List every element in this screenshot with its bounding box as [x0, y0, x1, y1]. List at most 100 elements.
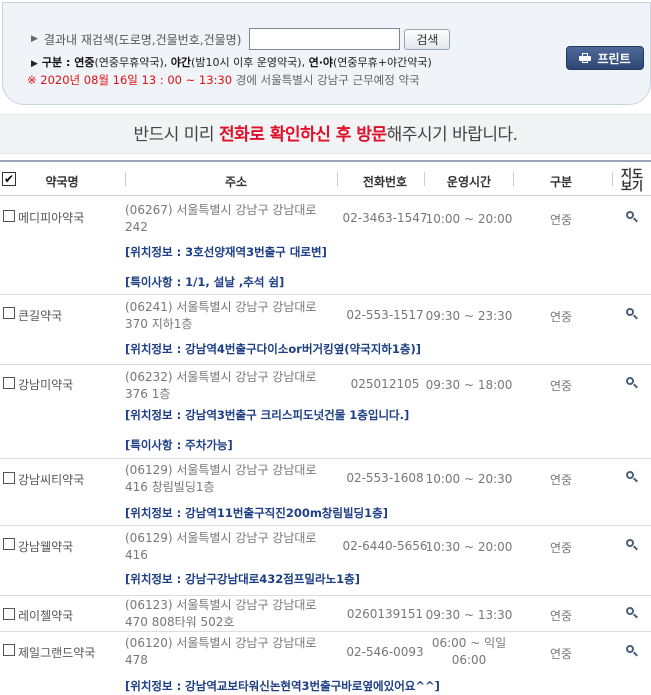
banner-text-after: 해주시기 바랍니다.	[386, 125, 518, 145]
map-search-icon[interactable]	[625, 470, 639, 484]
address-line1: (06129) 서울특별시 강남구 강남대로	[125, 463, 317, 477]
table-row: 메디피아약국 (06267) 서울특별시 강남구 강남대로 242 02-3463…	[0, 196, 651, 295]
table-row: 큰길약국 (06241) 서울특별시 강남구 강남대로 370 지하1층 02-5…	[0, 295, 651, 365]
location-info: [위치정보 : 강남구강남대로432점프밀라노1층]	[125, 572, 360, 586]
map-search-icon[interactable]	[625, 376, 639, 390]
pharmacy-name[interactable]: 레이첼약국	[18, 607, 73, 624]
address-line1: (06123) 서울특별시 강남구 강남대로	[125, 598, 317, 612]
triangle-icon: ▶	[31, 34, 38, 44]
call-ahead-banner: 반드시 미리 전화로 확인하신 후 방문해주시기 바랍니다.	[0, 114, 651, 154]
address-line1: (06241) 서울특별시 강남구 강남대로	[125, 300, 317, 314]
address-line2: 370 지하1층	[125, 317, 193, 331]
pharmacy-name[interactable]: 메디피아약국	[18, 209, 84, 226]
pharmacy-phone: 02-6440-5656	[342, 539, 428, 553]
notice-date: ※ 2020년 08월 16일 13 : 00 ~ 13:30	[27, 73, 233, 87]
pharmacy-phone: 02-546-0093	[346, 645, 424, 659]
pharmacy-address: (06232) 서울특별시 강남구 강남대로 376 1층	[125, 369, 335, 403]
pharmacy-address: (06123) 서울특별시 강남구 강남대로 470 808타워 502호	[125, 597, 335, 631]
pharmacy-address: (06267) 서울특별시 강남구 강남대로 242	[125, 202, 335, 236]
search-label: 결과내 재검색(도로명,건물번호,건물명)	[43, 32, 242, 47]
address-line2: 478	[125, 653, 148, 667]
schedule-notice: ※ 2020년 08월 16일 13 : 00 ~ 13:30 경에 서울특별시…	[27, 72, 420, 88]
banner-highlight: 전화로 확인하신 후 방문	[218, 125, 387, 145]
col-kind: 구분	[549, 175, 573, 189]
pharmacy-name[interactable]: 강남미약국	[18, 376, 73, 393]
row-checkbox[interactable]	[3, 307, 15, 319]
pharmacy-phone: 0260139151	[346, 607, 424, 621]
pharmacy-hours: 09:30 ~ 18:00	[425, 378, 513, 392]
map-search-icon[interactable]	[625, 606, 639, 620]
pharmacy-kind: 연중	[549, 213, 573, 227]
map-search-icon[interactable]	[625, 307, 639, 321]
pharmacy-kind: 연중	[549, 473, 573, 487]
pharmacy-phone: 025012105	[350, 377, 420, 391]
legend-name-3: 연·야	[308, 56, 334, 69]
pharmacy-phone: 02-553-1517	[346, 308, 424, 322]
address-line1: (06120) 서울특별시 강남구 강남대로	[125, 636, 317, 650]
col-map-line2: 보기	[620, 179, 644, 193]
row-checkbox[interactable]	[3, 608, 15, 620]
special-notes: [특이사항 : 1/1, 설날 ,추석 쉼]	[125, 275, 285, 289]
address-line2: 376 1층	[125, 387, 171, 401]
pharmacy-phone: 02-553-1608	[346, 471, 424, 485]
col-address: 주소	[224, 175, 248, 189]
row-checkbox[interactable]	[3, 472, 15, 484]
row-checkbox[interactable]	[3, 377, 15, 389]
hours-line1: 06:00 ~ 익일	[431, 636, 507, 650]
pharmacy-hours: 09:30 ~ 23:30	[425, 309, 513, 323]
pharmacy-hours: 10:00 ~ 20:00	[425, 212, 513, 226]
legend-name-1: 연중	[74, 56, 95, 69]
legend-name-2: 야간	[170, 56, 192, 69]
location-info: [위치정보 : 강남역3번출구 크리스피도넛건물 1층입니다.]	[125, 408, 410, 422]
triangle-icon: ▶	[31, 59, 38, 69]
table-header: ✔ 약국명 주소 전화번호 운영시간 구분 지도 보기	[0, 160, 651, 196]
pharmacy-kind: 연중	[549, 609, 573, 623]
legend-desc-3: (연중무휴+야간약국)	[333, 56, 432, 69]
pharmacy-kind: 연중	[549, 379, 573, 393]
map-search-icon[interactable]	[625, 210, 639, 224]
row-checkbox[interactable]	[3, 210, 15, 222]
pharmacy-name[interactable]: 제일그랜드약국	[18, 644, 95, 661]
notice-rest: 경에 서울특별시 강남구 근무예정 약국	[235, 73, 420, 87]
pharmacy-hours: 06:00 ~ 익일 06:00	[424, 635, 514, 669]
pharmacy-name[interactable]: 강남씨티약국	[18, 471, 84, 488]
col-name: 약국명	[45, 175, 79, 189]
printer-icon	[579, 53, 592, 63]
col-hours: 운영시간	[446, 175, 492, 189]
legend-desc-2: (밤10시 이후 운영약국)	[191, 56, 302, 69]
col-map: 지도 보기	[615, 168, 649, 192]
pharmacy-hours: 10:00 ~ 20:30	[425, 472, 513, 486]
pharmacy-hours: 10:30 ~ 20:00	[425, 540, 513, 554]
location-info: [위치정보 : 강남역4번출구다이소or버거킹옆(약국지하1층)]	[125, 342, 421, 356]
pharmacy-kind: 연중	[549, 541, 573, 555]
print-button-label: 프린트	[597, 51, 631, 66]
table-row: 강남미약국 (06232) 서울특별시 강남구 강남대로 376 1층 02501…	[0, 365, 651, 459]
row-checkbox[interactable]	[3, 538, 15, 550]
search-panel: ▶ 결과내 재검색(도로명,건물번호,건물명) 검색 ▶ 구분 : 연중(연중무휴…	[2, 2, 651, 105]
col-phone: 전화번호	[362, 175, 408, 189]
address-line2: 470 808타워 502호	[125, 615, 235, 629]
address-line1: (06129) 서울특별시 강남구 강남대로	[125, 531, 317, 545]
pharmacy-address: (06241) 서울특별시 강남구 강남대로 370 지하1층	[125, 299, 335, 333]
search-row: ▶ 결과내 재검색(도로명,건물번호,건물명) 검색	[31, 28, 451, 50]
search-input[interactable]	[249, 28, 401, 50]
table-row: 레이첼약국 (06123) 서울특별시 강남구 강남대로 470 808타워 50…	[0, 596, 651, 632]
pharmacy-kind: 연중	[549, 310, 573, 324]
row-checkbox[interactable]	[3, 644, 15, 656]
category-legend: ▶ 구분 : 연중(연중무휴약국), 야간(밤10시 이후 운영약국), 연·야(…	[31, 56, 432, 69]
map-search-icon[interactable]	[625, 644, 639, 658]
pharmacy-hours: 09:30 ~ 13:30	[425, 608, 513, 622]
pharmacy-address: (06120) 서울특별시 강남구 강남대로 478	[125, 635, 335, 669]
pharmacy-phone: 02-3463-1547	[342, 211, 428, 225]
select-all-checkbox[interactable]: ✔	[2, 172, 16, 186]
pharmacy-address: (06129) 서울특별시 강남구 강남대로 416	[125, 530, 335, 564]
address-line2: 416	[125, 548, 148, 562]
table-row: 제일그랜드약국 (06120) 서울특별시 강남구 강남대로 478 02-546…	[0, 632, 651, 695]
print-button[interactable]: 프린트	[566, 46, 644, 70]
pharmacy-name[interactable]: 큰길약국	[18, 307, 62, 324]
map-search-icon[interactable]	[625, 538, 639, 552]
table-row: 강남웰약국 (06129) 서울특별시 강남구 강남대로 416 02-6440-…	[0, 526, 651, 596]
pharmacy-name[interactable]: 강남웰약국	[18, 538, 73, 555]
banner-text-before: 반드시 미리	[133, 125, 219, 145]
search-button[interactable]: 검색	[404, 28, 451, 50]
